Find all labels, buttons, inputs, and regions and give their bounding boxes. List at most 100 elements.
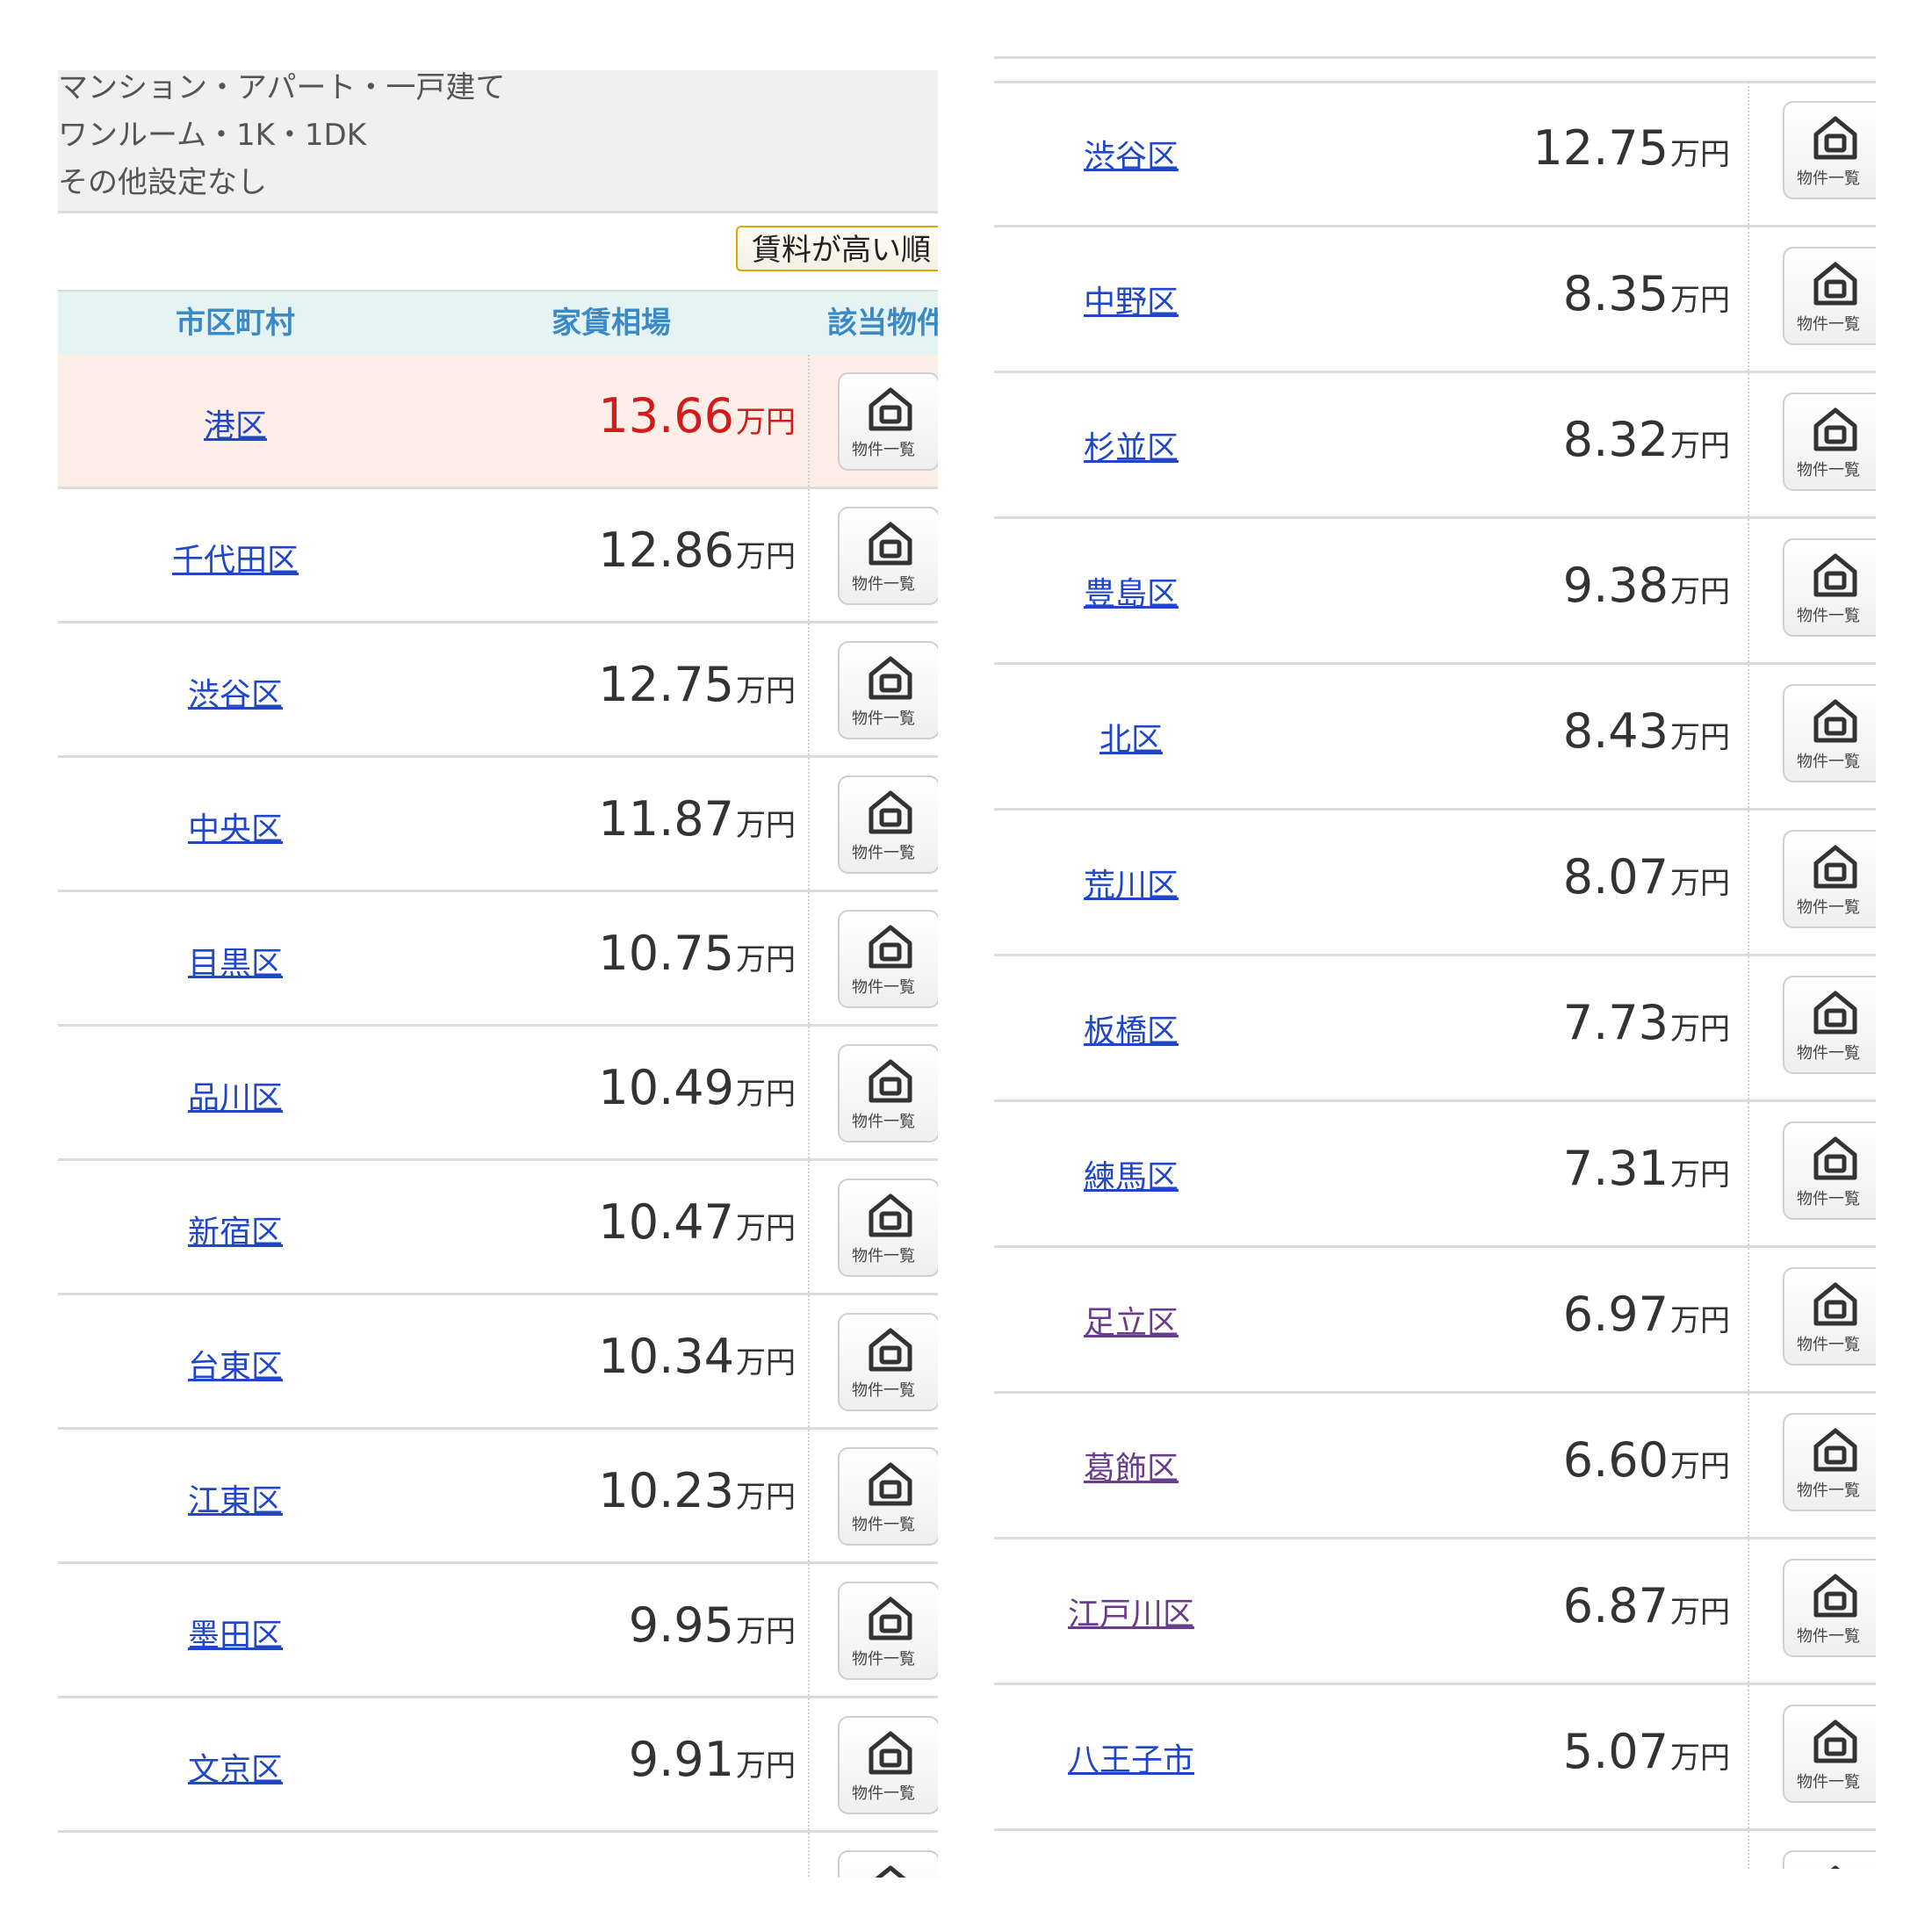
city-link[interactable]: 北区	[1099, 722, 1163, 758]
rent-unit: 万円	[1670, 429, 1730, 464]
city-link[interactable]: 板橋区	[1084, 1013, 1179, 1049]
filter-floor-plans: ワンルーム・1K・1DK	[58, 118, 367, 153]
city-link[interactable]: 中野区	[1084, 285, 1179, 321]
city-link[interactable]: 台東区	[188, 1349, 283, 1385]
rent-value: 5.07	[1562, 1724, 1669, 1779]
table-row: 北区 8.43万円 物件一覧	[994, 665, 1876, 811]
city-link[interactable]: 目黒区	[188, 946, 283, 982]
city-link[interactable]: 杉並区	[1084, 430, 1179, 466]
rent-cell: 11.87万円	[598, 791, 796, 847]
property-list-button[interactable]: 物件一覧	[1783, 101, 1876, 199]
table-row: 渋谷区 12.75万円 物件一覧	[994, 82, 1876, 227]
property-list-button[interactable]: 物件一覧	[1783, 830, 1876, 928]
table-row: 千代田区 12.86万円物件一覧	[58, 489, 938, 624]
city-link[interactable]: 八王子市	[1068, 1742, 1194, 1778]
city-link[interactable]: 品川区	[188, 1080, 283, 1116]
house-icon	[1813, 1428, 1857, 1472]
rent-cell: 8.43万円	[1563, 703, 1730, 759]
rent-unit: 万円	[736, 1748, 796, 1784]
property-list-button[interactable]: 物件一覧	[1783, 393, 1876, 491]
city-link[interactable]: 豊島区	[1084, 576, 1179, 612]
property-list-button[interactable]: 物件一覧	[838, 641, 938, 739]
city-link[interactable]: 千代田区	[172, 543, 299, 579]
property-list-button[interactable]: 物件一覧	[1783, 684, 1876, 782]
rent-cell: 12.86万円	[598, 523, 796, 578]
rent-unit: 万円	[736, 1614, 796, 1649]
property-list-button[interactable]: 物件一覧	[1783, 538, 1876, 637]
column-divider	[1748, 519, 1749, 662]
table-row: 目黒区 10.75万円 物件一覧	[58, 892, 938, 1027]
rent-value: 6.60	[1562, 1432, 1669, 1488]
rent-unit: 万円	[1670, 1303, 1730, 1338]
city-link[interactable]: 墨田区	[188, 1618, 283, 1654]
property-list-button[interactable]: 物件一覧	[838, 1044, 938, 1143]
rent-cell: 9.38万円	[1563, 558, 1730, 613]
house-icon	[1813, 1282, 1857, 1326]
property-list-button[interactable]: 物件一覧	[838, 1179, 938, 1277]
rent-cell: 9.95万円	[629, 1597, 796, 1653]
property-list-label: 物件一覧	[1797, 1190, 1860, 1208]
property-list-button[interactable]: 物件一覧	[838, 372, 938, 471]
city-link[interactable]: 新宿区	[188, 1215, 283, 1251]
city-link[interactable]: 足立区	[1084, 1305, 1179, 1341]
property-list-button[interactable]: 物件一覧	[838, 1582, 938, 1680]
house-icon	[869, 1193, 912, 1237]
property-list-label: 物件一覧	[852, 575, 915, 594]
rent-unit: 万円	[1670, 574, 1730, 609]
property-list-label: 物件一覧	[852, 1650, 915, 1669]
house-icon	[1813, 1719, 1857, 1763]
property-list-button[interactable]: 物件一覧	[1783, 1850, 1876, 1869]
table-row: 江東区 10.23万円 物件一覧	[58, 1430, 938, 1564]
city-cell: 千代田区	[58, 535, 413, 580]
rent-cell: 6.87万円	[1563, 1578, 1730, 1633]
rent-value: 8.35	[1562, 266, 1669, 321]
city-link[interactable]: 中央区	[188, 811, 283, 847]
property-list-button[interactable]: 物件一覧	[1783, 1121, 1876, 1220]
property-list-button[interactable]: 物件一覧	[838, 1447, 938, 1546]
property-list-button[interactable]: 物件一覧	[838, 1716, 938, 1814]
city-link[interactable]: 渋谷区	[188, 677, 283, 713]
rent-value: 12.75	[1532, 120, 1669, 176]
column-divider	[1748, 811, 1749, 954]
city-cell: 杉並区	[994, 422, 1268, 468]
city-link[interactable]: 江戸川区	[1068, 1597, 1194, 1633]
property-list-label: 物件一覧	[852, 441, 915, 459]
rent-cell: 10.75万円	[598, 926, 796, 981]
city-cell: 中央区	[58, 804, 413, 849]
property-list-button[interactable]: 物件一覧	[1783, 1705, 1876, 1803]
rent-unit: 万円	[1670, 866, 1730, 901]
city-link[interactable]: 文京区	[188, 1752, 283, 1788]
column-divider	[808, 1833, 810, 1878]
property-list-button[interactable]: 物件一覧	[1783, 247, 1876, 345]
property-list-button[interactable]: 物件一覧	[1783, 1559, 1876, 1657]
rent-cell: 8.35万円	[1563, 266, 1730, 321]
property-list-button[interactable]: 物件一覧	[1783, 976, 1876, 1074]
property-list-button[interactable]: 物件一覧	[838, 1850, 938, 1878]
house-icon	[1813, 845, 1857, 889]
table-row: 台東区 10.34万円 物件一覧	[58, 1295, 938, 1430]
table-header: 市区町村 家賃相場 該当物件	[58, 290, 938, 357]
property-list-button[interactable]: 物件一覧	[838, 1313, 938, 1411]
city-link[interactable]: 葛飾区	[1084, 1451, 1179, 1487]
house-icon	[1813, 116, 1857, 160]
property-list-button[interactable]: 物件一覧	[838, 910, 938, 1008]
property-list-label: 物件一覧	[1797, 461, 1860, 479]
sort-by-rent-button[interactable]: 賃料が高い順	[736, 226, 938, 271]
column-divider	[1748, 1539, 1749, 1683]
column-divider	[808, 1027, 810, 1158]
city-link[interactable]: 江東区	[188, 1483, 283, 1519]
city-link[interactable]: 港区	[204, 408, 267, 444]
property-list-button[interactable]: 物件一覧	[838, 507, 938, 605]
city-link[interactable]: 練馬区	[1084, 1159, 1179, 1195]
city-link[interactable]: 荒川区	[1084, 868, 1179, 904]
rent-value: 12.75	[598, 657, 734, 712]
rent-cell: 8.07万円	[1563, 849, 1730, 905]
property-list-label: 物件一覧	[1797, 315, 1860, 334]
rent-value: 10.49	[598, 1060, 734, 1115]
table-row: 八王子市 5.07万円 物件一覧	[994, 1685, 1876, 1831]
property-list-button[interactable]: 物件一覧	[838, 775, 938, 874]
property-list-button[interactable]: 物件一覧	[1783, 1413, 1876, 1511]
city-link[interactable]: 渋谷区	[1084, 139, 1179, 175]
property-list-button[interactable]: 物件一覧	[1783, 1267, 1876, 1366]
city-cell: 荒川区	[994, 860, 1268, 905]
